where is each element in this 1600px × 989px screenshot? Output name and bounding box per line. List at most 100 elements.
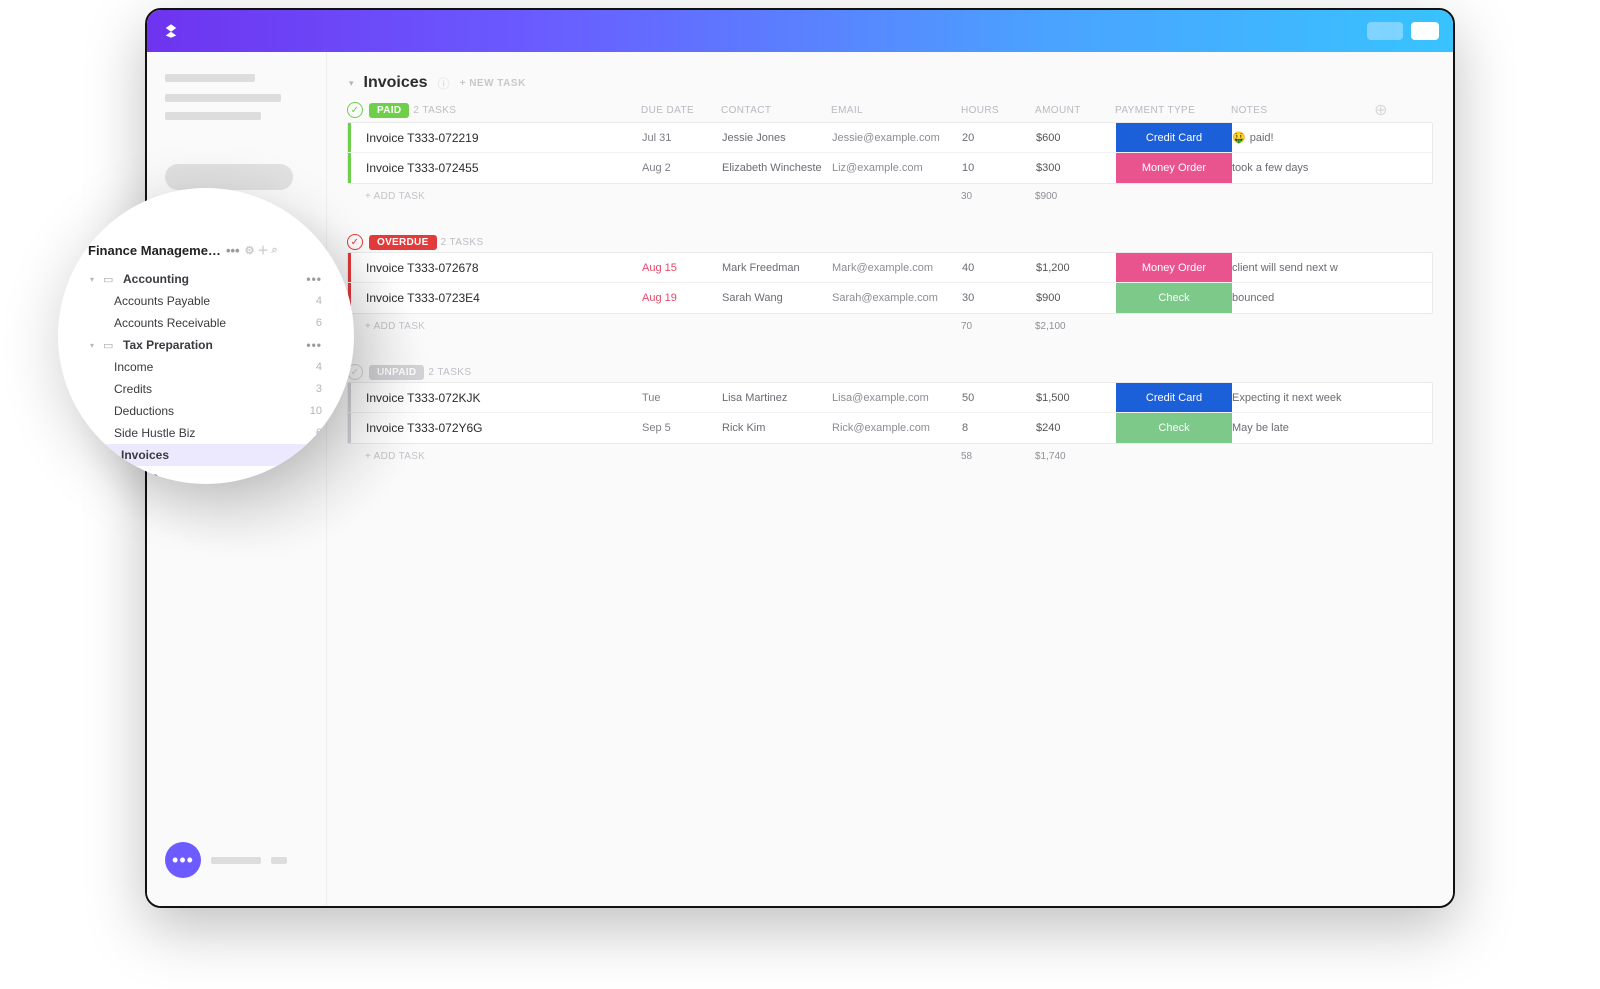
space-header[interactable]: Finance Manageme… ••• ⚙ ＋ ⌕ (88, 238, 324, 268)
hours-cell[interactable]: 8 (962, 422, 1036, 434)
notes-cell[interactable]: took a few days (1232, 162, 1368, 174)
gear-icon[interactable]: ⚙ (245, 244, 255, 257)
hours-cell[interactable]: 40 (962, 262, 1036, 274)
notes-cell[interactable]: bounced (1232, 292, 1368, 304)
hours-cell[interactable]: 30 (962, 292, 1036, 304)
group-rows: Invoice T333-072KJKTueLisa MartinezLisa@… (347, 382, 1433, 444)
email-cell[interactable]: Lisa@example.com (832, 392, 962, 404)
payment-type-pill[interactable]: Money Order (1116, 253, 1232, 282)
tree-folder[interactable]: ▾▭Tax Preparation••• (88, 334, 324, 356)
list-title: Invoices (364, 74, 428, 92)
topbar-button-a[interactable] (1367, 22, 1403, 40)
email-cell[interactable]: Liz@example.com (832, 162, 962, 174)
contact-cell[interactable]: Mark Freedman (722, 262, 832, 274)
email-cell[interactable]: Rick@example.com (832, 422, 962, 434)
task-count: 2 TASKS (441, 237, 484, 248)
tree-label: Side Hustle Biz (114, 426, 195, 440)
list-header: ▾ Invoices ⓘ + NEW TASK (349, 74, 1433, 92)
add-task-button[interactable]: + ADD TASK30$900 (347, 184, 1433, 208)
task-row[interactable]: Invoice T333-0723E4Aug 19Sarah WangSarah… (348, 283, 1432, 313)
amount-cell[interactable]: $240 (1036, 422, 1116, 434)
status-pill[interactable]: PAID (369, 103, 409, 118)
amount-cell[interactable]: $1,500 (1036, 392, 1116, 404)
amount-cell[interactable]: $300 (1036, 162, 1116, 174)
contact-cell[interactable]: Elizabeth Wincheste (722, 162, 832, 174)
notes-cell[interactable]: 🤑paid! (1232, 131, 1368, 144)
task-row[interactable]: Invoice T333-072KJKTueLisa MartinezLisa@… (348, 383, 1432, 413)
hours-cell[interactable]: 50 (962, 392, 1036, 404)
sidebar-popover: Finance Manageme… ••• ⚙ ＋ ⌕ ▾▭Accounting… (58, 188, 354, 484)
info-icon[interactable]: ⓘ (438, 75, 450, 92)
email-cell[interactable]: Jessie@example.com (832, 132, 962, 144)
status-circle-icon[interactable]: ✓ (347, 102, 363, 118)
task-row[interactable]: Invoice T333-072Y6GSep 5Rick KimRick@exa… (348, 413, 1432, 443)
col-amount: AMOUNT (1035, 105, 1115, 116)
col-email: EMAIL (831, 105, 961, 116)
payment-type-pill[interactable]: Credit Card (1116, 123, 1232, 152)
contact-cell[interactable]: Jessie Jones (722, 132, 832, 144)
tree-item[interactable]: Income4 (88, 356, 324, 378)
task-name[interactable]: Invoice T333-072219 (356, 131, 642, 145)
task-name[interactable]: Invoice T333-072678 (356, 261, 642, 275)
due-date[interactable]: Aug 2 (642, 162, 722, 174)
task-name[interactable]: Invoice T333-072455 (356, 161, 642, 175)
task-row[interactable]: Invoice T333-072678Aug 15Mark FreedmanMa… (348, 253, 1432, 283)
tree-folder[interactable]: ▾▭Accounting••• (88, 268, 324, 290)
task-row[interactable]: Invoice T333-072455Aug 2Elizabeth Winche… (348, 153, 1432, 183)
more-icon[interactable]: ••• (306, 338, 322, 352)
amount-cell[interactable]: $1,200 (1036, 262, 1116, 274)
topbar-button-b[interactable] (1411, 22, 1439, 40)
tree-label: Accounting (123, 272, 189, 286)
hours-cell[interactable]: 20 (962, 132, 1036, 144)
more-icon[interactable]: ••• (224, 243, 242, 258)
email-cell[interactable]: Sarah@example.com (832, 292, 962, 304)
due-date[interactable]: Sep 5 (642, 422, 722, 434)
notes-cell[interactable]: May be late (1232, 422, 1368, 434)
tree-item[interactable]: Side Hustle Biz6 (88, 422, 324, 444)
payment-type-pill[interactable]: Check (1116, 413, 1232, 443)
status-accent (348, 153, 351, 183)
sidebar-skeleton-line (165, 112, 261, 120)
col-hours: HOURS (961, 105, 1035, 116)
chat-icon[interactable]: ••• (165, 842, 201, 878)
due-date[interactable]: Aug 15 (642, 262, 722, 274)
caret-icon[interactable]: ▾ (90, 341, 97, 350)
add-task-button[interactable]: + ADD TASK70$2,100 (347, 314, 1433, 338)
due-date[interactable]: Aug 19 (642, 292, 722, 304)
due-date[interactable]: Tue (642, 392, 722, 404)
group-header: ✓UNPAID2 TASKS (347, 362, 1433, 382)
due-date[interactable]: Jul 31 (642, 132, 722, 144)
payment-type-pill[interactable]: Check (1116, 283, 1232, 313)
status-pill[interactable]: OVERDUE (369, 235, 437, 250)
notes-cell[interactable]: client will send next w (1232, 262, 1368, 274)
amount-cell[interactable]: $600 (1036, 132, 1116, 144)
more-icon[interactable]: ••• (306, 272, 322, 286)
payment-type-pill[interactable]: Credit Card (1116, 383, 1232, 412)
sidebar-search-input[interactable] (165, 164, 293, 190)
add-column-icon[interactable]: ⊕ (1371, 100, 1391, 120)
contact-cell[interactable]: Rick Kim (722, 422, 832, 434)
tree-item[interactable]: Accounts Payable4 (88, 290, 324, 312)
tree-count: 4 (316, 295, 322, 307)
hours-cell[interactable]: 10 (962, 162, 1036, 174)
new-task-button[interactable]: + NEW TASK (460, 78, 526, 89)
sidebar-skeleton-line (211, 857, 261, 864)
hours-total: 70 (961, 321, 1035, 332)
email-cell[interactable]: Mark@example.com (832, 262, 962, 274)
caret-icon[interactable]: ▾ (90, 275, 97, 284)
task-count: 2 TASKS (413, 105, 456, 116)
group-header: ✓OVERDUE2 TASKS (347, 232, 1433, 252)
tree-item[interactable]: Accounts Receivable6 (88, 312, 324, 334)
amount-cell[interactable]: $900 (1036, 292, 1116, 304)
payment-type-pill[interactable]: Money Order (1116, 153, 1232, 183)
task-row[interactable]: Invoice T333-072219Jul 31Jessie JonesJes… (348, 123, 1432, 153)
contact-cell[interactable]: Sarah Wang (722, 292, 832, 304)
collapse-caret-icon[interactable]: ▾ (349, 78, 354, 89)
tree-item[interactable]: Credits3 (88, 378, 324, 400)
contact-cell[interactable]: Lisa Martinez (722, 392, 832, 404)
add-task-button[interactable]: + ADD TASK58$1,740 (347, 444, 1433, 468)
plus-icon[interactable]: ＋ (257, 242, 268, 258)
notes-cell[interactable]: Expecting it next week (1232, 392, 1368, 404)
search-icon[interactable]: ⌕ (271, 244, 277, 257)
tree-item[interactable]: Deductions10 (88, 400, 324, 422)
